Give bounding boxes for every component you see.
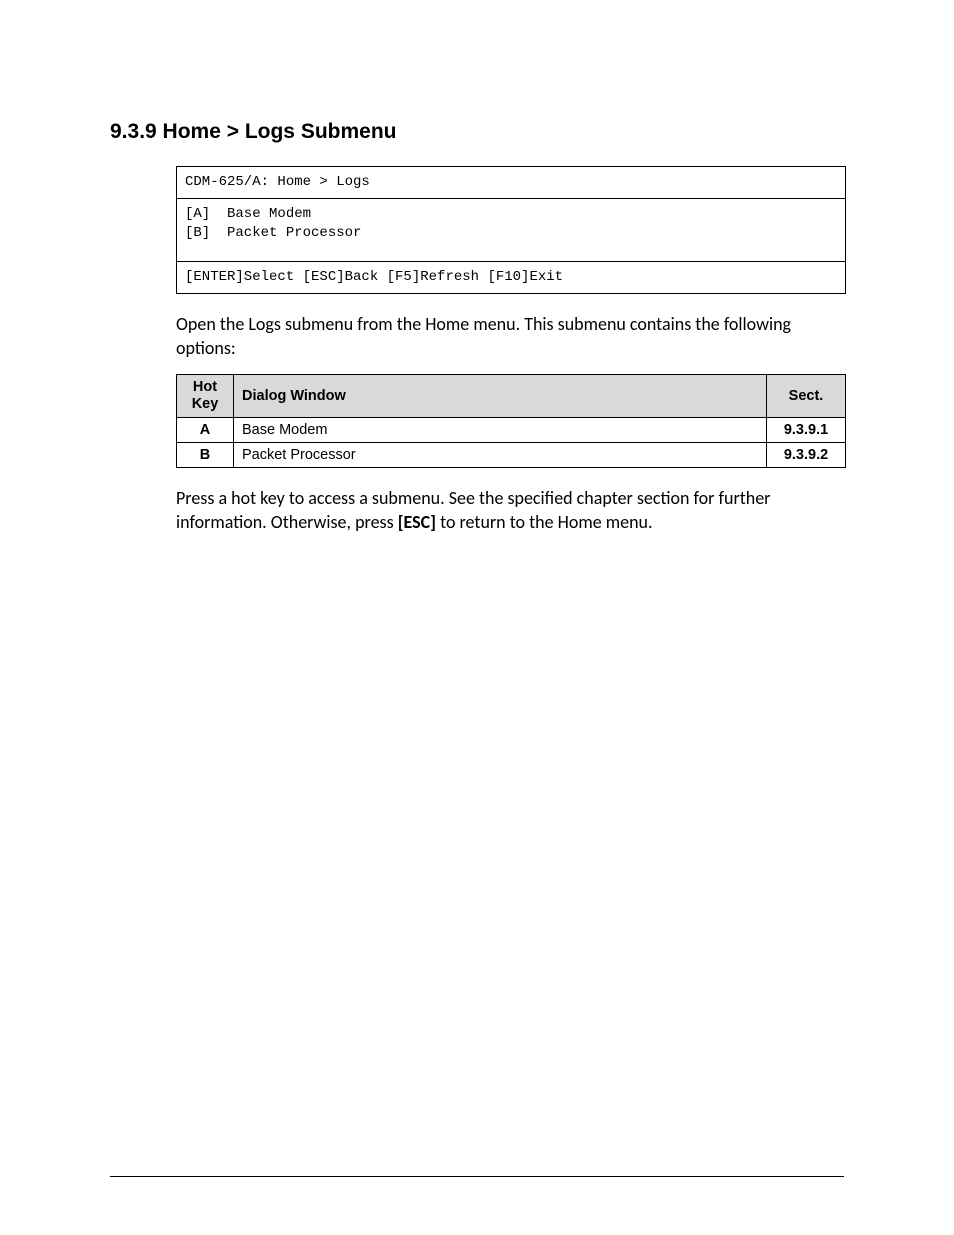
table-header-row: Hot Key Dialog Window Sect. bbox=[177, 375, 846, 417]
closing-paragraph: Press a hot key to access a submenu. See… bbox=[176, 486, 846, 535]
intro-paragraph: Open the Logs submenu from the Home menu… bbox=[176, 312, 846, 361]
table-row: B Packet Processor 9.3.9.2 bbox=[177, 442, 846, 467]
cell-hotkey: B bbox=[177, 442, 234, 467]
terminal-options: [A] Base Modem [B] Packet Processor bbox=[177, 199, 845, 262]
col-hotkey: Hot Key bbox=[177, 375, 234, 417]
terminal-title: CDM-625/A: Home > Logs bbox=[177, 167, 845, 199]
cell-hotkey: A bbox=[177, 417, 234, 442]
cell-dialog: Packet Processor bbox=[234, 442, 767, 467]
terminal-screenshot: CDM-625/A: Home > Logs [A] Base Modem [B… bbox=[176, 166, 846, 294]
terminal-footer-keys: [ENTER]Select [ESC]Back [F5]Refresh [F10… bbox=[177, 262, 845, 293]
terminal-option-b: [B] Packet Processor bbox=[185, 224, 837, 243]
esc-key-label: [ESC] bbox=[398, 511, 436, 533]
col-sect: Sect. bbox=[767, 375, 846, 417]
cell-dialog: Base Modem bbox=[234, 417, 767, 442]
page: 9.3.9 Home > Logs Submenu CDM-625/A: Hom… bbox=[0, 0, 954, 1235]
cell-sect: 9.3.9.1 bbox=[767, 417, 846, 442]
hotkey-table: Hot Key Dialog Window Sect. A Base Modem… bbox=[176, 374, 846, 467]
section-heading: 9.3.9 Home > Logs Submenu bbox=[110, 120, 844, 144]
cell-sect: 9.3.9.2 bbox=[767, 442, 846, 467]
table-row: A Base Modem 9.3.9.1 bbox=[177, 417, 846, 442]
footer-rule bbox=[110, 1176, 844, 1177]
col-dialog: Dialog Window bbox=[234, 375, 767, 417]
terminal-option-a: [A] Base Modem bbox=[185, 205, 837, 224]
closing-text-post: to return to the Home menu. bbox=[436, 511, 653, 533]
